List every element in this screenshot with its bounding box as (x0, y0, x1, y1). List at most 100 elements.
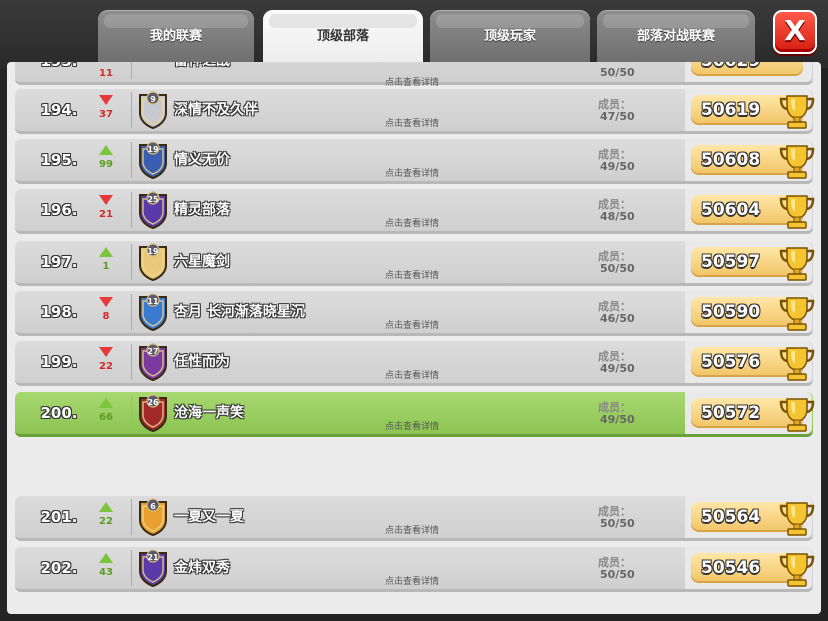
table-row[interactable]: 196. 21 25 精灵部落 点击查看详情 成员： 48/50 50604 (15, 189, 815, 234)
trophy-icon (779, 551, 815, 589)
table-row[interactable]: 195. 99 19 情义无价 点击查看详情 成员： 49/50 50608 (15, 139, 815, 184)
row-divider (131, 244, 132, 280)
trophy-box: 50572 (685, 392, 815, 434)
row-divider (131, 550, 132, 586)
trophy-icon (779, 345, 815, 383)
trophy-pill: 50629 (691, 62, 803, 76)
rank-up-icon (99, 502, 113, 512)
row-divider (131, 294, 132, 330)
rank-number: 193. (27, 62, 91, 82)
clan-leaderboard[interactable]: 193. 11 雷神之战 点击查看详情 50/50 50629 194. 37 9 深… (7, 62, 821, 614)
view-details-link[interactable]: 点击查看详情 (385, 116, 439, 129)
trophy-box: 50608 (685, 139, 815, 181)
table-row[interactable]: 197. 1 19 六星魔剑 点击查看详情 成员： 50/50 50597 (15, 241, 815, 286)
clan-badge-icon: 9 (137, 91, 169, 129)
trophy-pill: 50590 (691, 297, 815, 331)
tab-clan-war-league[interactable]: 部落对战联赛 (597, 10, 755, 68)
table-row[interactable]: 201. 22 6 一夏又一夏 点击查看详情 成员： 50/50 50564 (15, 496, 815, 541)
member-count: 50/50 (600, 262, 635, 275)
trophy-pill: 50546 (691, 553, 815, 587)
trophy-icon (779, 396, 815, 434)
rank-number: 197. (40, 253, 78, 271)
trophy-count: 50576 (701, 352, 761, 372)
row-divider (131, 192, 132, 228)
rank-change: 43 (99, 567, 113, 578)
member-count: 47/50 (600, 110, 635, 123)
view-details-link[interactable]: 点击查看详情 (385, 268, 439, 281)
table-row[interactable]: 194. 37 9 深情不及久伴 点击查看详情 成员： 47/50 50619 (15, 89, 815, 134)
clan-badge-icon: 26 (137, 394, 169, 432)
table-row[interactable]: 198. 8 11 杏月 长河渐落晓星沉 点击查看详情 成员： 46/50 50590 (15, 291, 815, 336)
view-details-link[interactable]: 点击查看详情 (385, 75, 439, 88)
close-button[interactable]: X (773, 10, 817, 54)
clan-level: 27 (147, 347, 159, 356)
rank-change: 99 (99, 159, 113, 170)
clan-badge-icon: 6 (137, 498, 169, 536)
trophy-count: 50604 (701, 200, 761, 220)
trophy-count: 50590 (701, 302, 761, 322)
row-divider (131, 395, 132, 431)
rank-up-icon (99, 145, 113, 155)
clan-level: 9 (150, 95, 156, 104)
clan-name: 雷神之战 (174, 62, 230, 82)
clan-badge-icon: 27 (137, 343, 169, 381)
view-details-link[interactable]: 点击查看详情 (385, 574, 439, 587)
tab-bar: 我的联赛 顶级部落 顶级玩家 部落对战联赛 X (0, 0, 828, 68)
member-count: 46/50 (600, 312, 635, 325)
rank-change: 1 (102, 261, 110, 272)
rank-change: 66 (99, 412, 113, 423)
clan-name: 一夏又一夏 (174, 509, 244, 525)
trophy-pill: 50604 (691, 195, 815, 229)
table-row[interactable]: 200. 66 26 沧海一声笑 点击查看详情 成员： 49/50 50572 (15, 392, 815, 437)
row-divider (131, 499, 132, 535)
trophy-box: 50590 (685, 291, 815, 333)
trophy-count: 50546 (701, 558, 761, 578)
rank-down-icon (99, 195, 113, 205)
clan-name: 精灵部落 (174, 202, 230, 218)
clan-name: 情义无价 (174, 152, 230, 168)
trophy-box: 50546 (685, 547, 815, 589)
tab-top-players[interactable]: 顶级玩家 (430, 10, 590, 68)
row-divider (131, 92, 132, 128)
trophy-box: 50604 (685, 189, 815, 231)
rank-change: 22 (99, 361, 113, 372)
view-details-link[interactable]: 点击查看详情 (385, 216, 439, 229)
clan-badge-icon: 21 (137, 549, 169, 587)
view-details-link[interactable]: 点击查看详情 (385, 368, 439, 381)
table-row[interactable]: 202. 43 21 金炜双秀 点击查看详情 成员： 50/50 50546 (15, 547, 815, 592)
rank-number: 200. (40, 404, 78, 422)
clan-badge-icon: 11 (137, 293, 169, 331)
table-row[interactable]: 193. 11 雷神之战 点击查看详情 50/50 50629 (15, 62, 813, 88)
row-divider (131, 142, 132, 178)
table-row[interactable]: 199. 22 27 任性而为 点击查看详情 成员： 49/50 50576 (15, 341, 815, 386)
member-count: 50/50 (600, 517, 635, 530)
rank-number: 198. (40, 303, 78, 321)
view-details-link[interactable]: 点击查看详情 (385, 166, 439, 179)
clan-name: 深情不及久伴 (174, 102, 258, 118)
trophy-pill: 50619 (691, 95, 815, 129)
view-details-link[interactable]: 点击查看详情 (385, 318, 439, 331)
rank-number: 195. (40, 151, 78, 169)
rank-number: 194. (40, 101, 78, 119)
view-details-link[interactable]: 点击查看详情 (385, 523, 439, 536)
trophy-pill: 50576 (691, 347, 815, 381)
tab-top-clans[interactable]: 顶级部落 (263, 10, 423, 68)
member-count: 49/50 (600, 160, 635, 173)
tab-my-league[interactable]: 我的联赛 (98, 10, 254, 68)
trophy-pill: 50597 (691, 247, 815, 281)
trophy-count: 50597 (701, 252, 761, 272)
rank-number: 201. (40, 508, 78, 526)
view-details-link[interactable]: 点击查看详情 (385, 419, 439, 432)
rank-change: 11 (99, 68, 113, 79)
clan-level: 11 (147, 297, 159, 306)
clan-badge-icon: 19 (137, 243, 169, 281)
clan-badge-icon: 19 (137, 141, 169, 179)
trophy-box: 50564 (685, 496, 815, 538)
clan-badge-icon: 25 (137, 191, 169, 229)
rank-up-icon (99, 398, 113, 408)
trophy-box: 50619 (685, 89, 815, 131)
rank-down-icon (99, 297, 113, 307)
clan-name: 任性而为 (174, 354, 230, 370)
clan-name: 杏月 长河渐落晓星沉 (174, 304, 305, 320)
rank-down-icon (99, 347, 113, 357)
